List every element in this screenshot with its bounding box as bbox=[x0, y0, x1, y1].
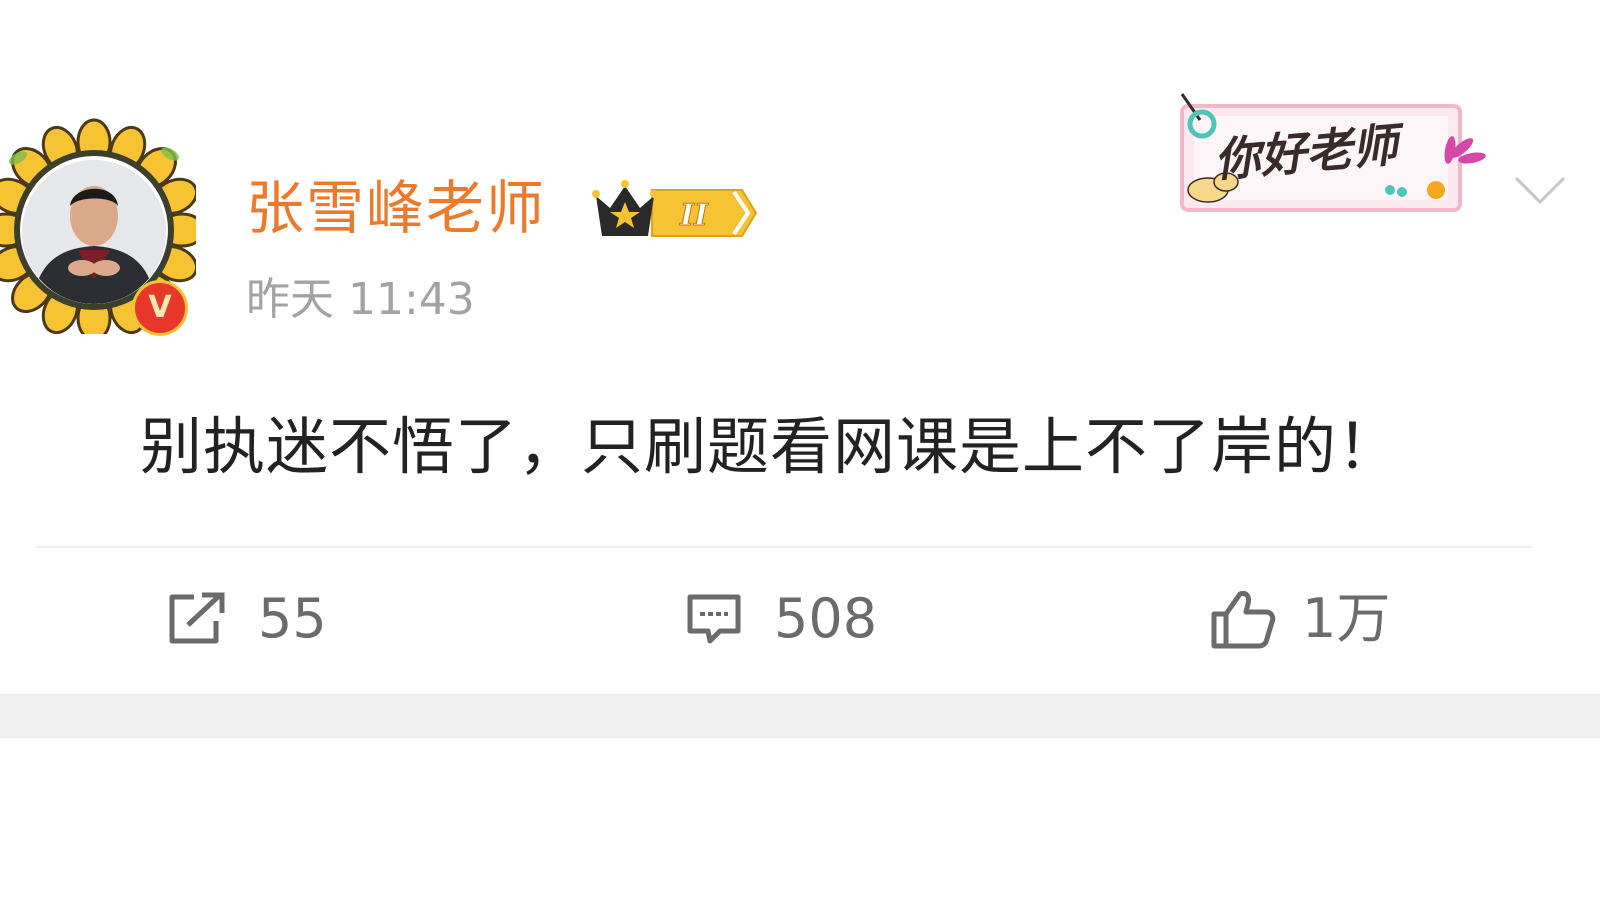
avatar-photo bbox=[22, 160, 166, 304]
share-icon bbox=[169, 592, 225, 644]
verified-badge: V bbox=[132, 280, 188, 336]
comment-button[interactable]: 508 bbox=[684, 584, 877, 654]
post-body-text: 别执迷不悟了，只刷题看网课是上不了岸的！ bbox=[140, 410, 1401, 483]
share-button[interactable]: 55 bbox=[166, 584, 327, 654]
avatar[interactable]: V bbox=[0, 118, 196, 336]
section-separator bbox=[0, 694, 1600, 738]
person-portrait-icon bbox=[22, 160, 166, 304]
crown-icon[interactable]: II bbox=[592, 178, 758, 240]
weibo-post-card: V 张雪峰老师 II 昨天 11:43 你好老师 别执迷不悟了，只刷题看网课是上… bbox=[0, 0, 1600, 900]
share-count: 55 bbox=[258, 587, 327, 650]
divider bbox=[36, 546, 1532, 548]
comment-count: 508 bbox=[774, 587, 878, 650]
chevron-down-icon[interactable] bbox=[1512, 172, 1568, 208]
like-count: 1万 bbox=[1302, 587, 1391, 650]
level-badge: II bbox=[679, 198, 709, 233]
thumbs-up-icon bbox=[1211, 591, 1276, 649]
author-name[interactable]: 张雪峰老师 bbox=[246, 168, 546, 248]
post-timestamp: 昨天 11:43 bbox=[246, 274, 475, 325]
decorative-sticker[interactable]: 你好老师 bbox=[1174, 92, 1494, 222]
like-button[interactable]: 1万 bbox=[1210, 584, 1390, 654]
comment-icon bbox=[687, 594, 741, 644]
